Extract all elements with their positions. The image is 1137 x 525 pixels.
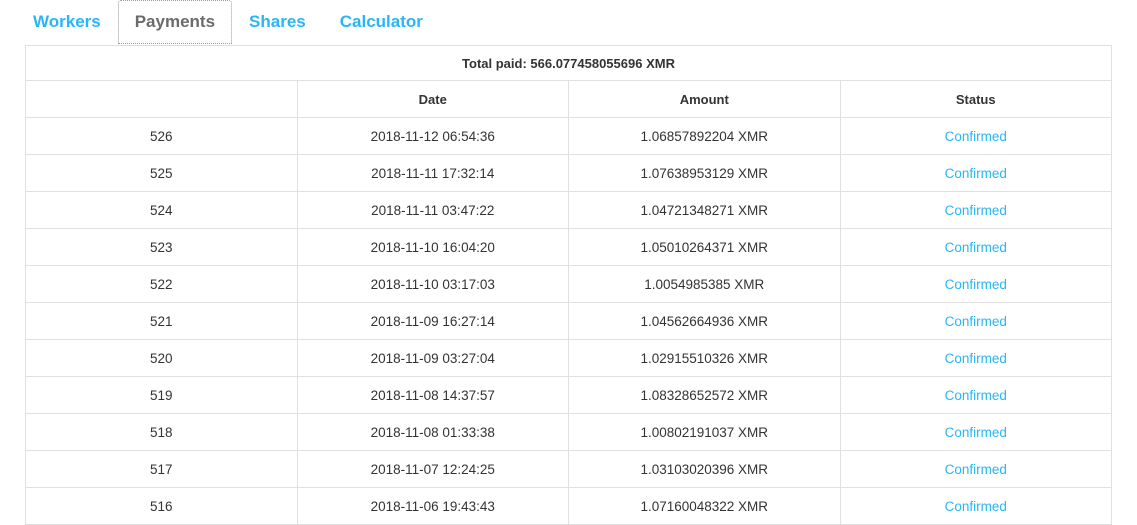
row-date-cell: 2018-11-06 19:43:43 xyxy=(296,487,569,525)
table-row: 525 2018-11-11 17:32:14 1.07638953129 XMR C… xyxy=(25,154,1112,192)
payments-table-body: 526 2018-11-12 06:54:36 1.06857892204 XMR C… xyxy=(25,117,1112,525)
row-status-cell: Confirmed xyxy=(839,302,1112,340)
row-status-cell: Confirmed xyxy=(839,117,1112,155)
row-index-cell: 523 xyxy=(25,228,298,266)
row-index-cell: 522 xyxy=(25,265,298,303)
row-date-cell: 2018-11-09 03:27:04 xyxy=(296,339,569,377)
row-amount-cell: 1.07638953129 XMR xyxy=(568,154,841,192)
row-status-cell: Confirmed xyxy=(839,191,1112,229)
row-status-cell: Confirmed xyxy=(839,450,1112,488)
row-date-cell: 2018-11-10 16:04:20 xyxy=(296,228,569,266)
status-link[interactable]: Confirmed xyxy=(945,462,1007,477)
row-date-cell: 2018-11-11 03:47:22 xyxy=(296,191,569,229)
status-link[interactable]: Confirmed xyxy=(945,351,1007,366)
row-date-cell: 2018-11-12 06:54:36 xyxy=(296,117,569,155)
table-row: 524 2018-11-11 03:47:22 1.04721348271 XMR C… xyxy=(25,191,1112,229)
payments-table-head: Total paid: 566.077458055696 XMR Date Am… xyxy=(25,45,1112,118)
column-header-index xyxy=(25,80,298,118)
row-amount-cell: 1.03103020396 XMR xyxy=(568,450,841,488)
tab-bar: Workers Payments Shares Calculator xyxy=(0,0,1137,45)
table-row: 526 2018-11-12 06:54:36 1.06857892204 XMR C… xyxy=(25,117,1112,155)
status-link[interactable]: Confirmed xyxy=(945,129,1007,144)
tab-workers[interactable]: Workers xyxy=(16,0,118,44)
row-date-cell: 2018-11-07 12:24:25 xyxy=(296,450,569,488)
row-index-cell: 521 xyxy=(25,302,298,340)
table-row: 517 2018-11-07 12:24:25 1.03103020396 XMR C… xyxy=(25,450,1112,488)
table-row: 520 2018-11-09 03:27:04 1.02915510326 XMR C… xyxy=(25,339,1112,377)
table-row: 522 2018-11-10 03:17:03 1.0054985385 XMR Co… xyxy=(25,265,1112,303)
status-link[interactable]: Confirmed xyxy=(945,203,1007,218)
tab-shares[interactable]: Shares xyxy=(232,0,323,44)
row-amount-cell: 1.05010264371 XMR xyxy=(568,228,841,266)
status-link[interactable]: Confirmed xyxy=(945,277,1007,292)
row-status-cell: Confirmed xyxy=(839,154,1112,192)
row-date-cell: 2018-11-09 16:27:14 xyxy=(296,302,569,340)
row-index-cell: 524 xyxy=(25,191,298,229)
row-status-cell: Confirmed xyxy=(839,339,1112,377)
row-index-cell: 516 xyxy=(25,487,298,525)
status-link[interactable]: Confirmed xyxy=(945,240,1007,255)
payments-table-container: Total paid: 566.077458055696 XMR Date Am… xyxy=(25,45,1112,525)
status-link[interactable]: Confirmed xyxy=(945,425,1007,440)
status-link[interactable]: Confirmed xyxy=(945,499,1007,514)
table-row: 519 2018-11-08 14:37:57 1.08328652572 XMR C… xyxy=(25,376,1112,414)
row-amount-cell: 1.04721348271 XMR xyxy=(568,191,841,229)
row-amount-cell: 1.00802191037 XMR xyxy=(568,413,841,451)
row-index-cell: 525 xyxy=(25,154,298,192)
column-header-status: Status xyxy=(839,80,1112,118)
row-index-cell: 519 xyxy=(25,376,298,414)
column-header-date: Date xyxy=(296,80,569,118)
tab-calculator[interactable]: Calculator xyxy=(323,0,440,44)
row-index-cell: 526 xyxy=(25,117,298,155)
row-status-cell: Confirmed xyxy=(839,413,1112,451)
column-header-amount: Amount xyxy=(568,80,841,118)
total-paid-label: Total paid: 566.077458055696 XMR xyxy=(25,45,1112,81)
row-date-cell: 2018-11-08 14:37:57 xyxy=(296,376,569,414)
row-status-cell: Confirmed xyxy=(839,376,1112,414)
status-link[interactable]: Confirmed xyxy=(945,314,1007,329)
status-link[interactable]: Confirmed xyxy=(945,388,1007,403)
tab-payments[interactable]: Payments xyxy=(117,0,233,44)
total-paid-row: Total paid: 566.077458055696 XMR xyxy=(25,45,1112,81)
table-row: 521 2018-11-09 16:27:14 1.04562664936 XMR C… xyxy=(25,302,1112,340)
row-status-cell: Confirmed xyxy=(839,265,1112,303)
row-date-cell: 2018-11-08 01:33:38 xyxy=(296,413,569,451)
row-date-cell: 2018-11-11 17:32:14 xyxy=(296,154,569,192)
row-amount-cell: 1.04562664936 XMR xyxy=(568,302,841,340)
status-link[interactable]: Confirmed xyxy=(945,166,1007,181)
column-header-row: Date Amount Status xyxy=(25,80,1112,118)
row-status-cell: Confirmed xyxy=(839,487,1112,525)
row-amount-cell: 1.0054985385 XMR xyxy=(568,265,841,303)
row-index-cell: 517 xyxy=(25,450,298,488)
row-index-cell: 518 xyxy=(25,413,298,451)
row-amount-cell: 1.06857892204 XMR xyxy=(568,117,841,155)
payments-table: Total paid: 566.077458055696 XMR Date Am… xyxy=(25,45,1112,525)
row-amount-cell: 1.07160048322 XMR xyxy=(568,487,841,525)
row-date-cell: 2018-11-10 03:17:03 xyxy=(296,265,569,303)
table-row: 518 2018-11-08 01:33:38 1.00802191037 XMR C… xyxy=(25,413,1112,451)
table-row: 523 2018-11-10 16:04:20 1.05010264371 XMR C… xyxy=(25,228,1112,266)
row-amount-cell: 1.02915510326 XMR xyxy=(568,339,841,377)
row-index-cell: 520 xyxy=(25,339,298,377)
row-status-cell: Confirmed xyxy=(839,228,1112,266)
row-amount-cell: 1.08328652572 XMR xyxy=(568,376,841,414)
table-row: 516 2018-11-06 19:43:43 1.07160048322 XMR C… xyxy=(25,487,1112,525)
